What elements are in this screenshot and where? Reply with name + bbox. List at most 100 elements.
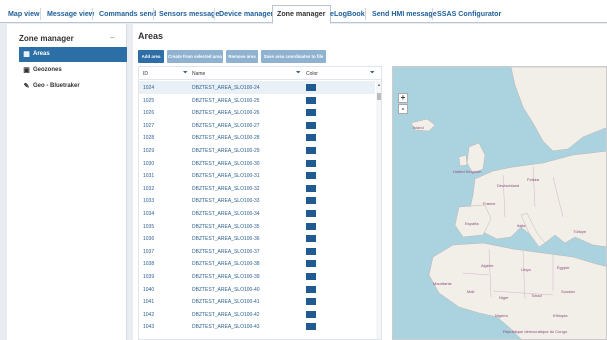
cell-name: DBZTEST_AREA_SLO100-27 (192, 122, 260, 129)
map-view[interactable]: + - Ísland United Kingdom Deutschland Po… (392, 66, 607, 340)
cell-id: 1034 (143, 211, 155, 217)
cell-id: 1040 (143, 286, 155, 293)
table-row[interactable]: 1042 DBZTEST_AREA_SLO100-42 (139, 308, 375, 321)
color-swatch[interactable] (306, 298, 316, 306)
color-swatch[interactable] (306, 285, 316, 293)
tab-send-hmi-message[interactable]: Send HMI message (368, 6, 441, 23)
column-header-id[interactable]: ID (143, 71, 148, 77)
tab-device-manager[interactable]: Device manager (215, 6, 277, 23)
sidebar-title: Zone manager (19, 34, 74, 43)
color-swatch[interactable] (306, 84, 316, 91)
map-label: Ethiopia (553, 313, 568, 318)
scroll-up-arrow-icon[interactable]: ▲ (377, 82, 381, 87)
tab-map-view[interactable]: Map view (4, 6, 44, 23)
sidebar-item-geozones[interactable]: ▣ Geozones (19, 63, 127, 78)
color-swatch[interactable] (306, 184, 316, 192)
table-row[interactable]: 1030 DBZTEST_AREA_SLO100-30 (139, 157, 375, 170)
color-swatch[interactable] (306, 235, 316, 243)
color-swatch[interactable] (306, 134, 316, 142)
tab-zone-manager[interactable]: Zone manager (272, 5, 331, 24)
table-row[interactable]: 1025 DBZTEST_AREA_SLO100-25 (139, 94, 375, 107)
color-swatch[interactable] (306, 96, 316, 104)
table-row[interactable]: 1035 DBZTEST_AREA_SLO100-35 (139, 220, 375, 233)
sidebar-item-areas[interactable]: ▦ Areas (19, 47, 127, 62)
remove-area-button[interactable]: Remove area (226, 50, 258, 63)
color-swatch[interactable] (306, 210, 316, 217)
map-label: Niger (499, 295, 509, 300)
cell-id: 1035 (143, 223, 155, 230)
cell-name: DBZTEST_AREA_SLO100-25 (192, 97, 260, 104)
map-label: Mali (467, 289, 475, 294)
column-header-name[interactable]: Name (192, 71, 205, 77)
color-swatch[interactable] (306, 222, 316, 230)
color-swatch[interactable] (306, 109, 316, 117)
cell-name: DBZTEST_AREA_SLO100-30 (192, 160, 260, 167)
table-row[interactable]: 1040 DBZTEST_AREA_SLO100-40 (139, 283, 375, 296)
table-row[interactable]: 1041 DBZTEST_AREA_SLO100-41 (139, 295, 375, 308)
cell-name: DBZTEST_AREA_SLO100-42 (192, 311, 260, 318)
cell-name: DBZTEST_AREA_SLO100-40 (192, 286, 260, 293)
create-from-selected-area-button[interactable]: Create from selected area (167, 50, 223, 63)
table-row[interactable]: 1029 DBZTEST_AREA_SLO100-29 (139, 144, 375, 157)
color-swatch[interactable] (306, 172, 316, 180)
column-header-color[interactable]: Color (306, 71, 318, 77)
table-row[interactable]: 1036 DBZTEST_AREA_SLO100-36 (139, 232, 375, 245)
tab-divider (40, 8, 41, 20)
table-row[interactable]: 1034 DBZTEST_AREA_SLO100-34 (139, 207, 375, 220)
cell-id: 1026 (143, 110, 155, 117)
table-row[interactable]: 1026 DBZTEST_AREA_SLO100-26 (139, 106, 375, 119)
table-row[interactable]: 1028 DBZTEST_AREA_SLO100-28 (139, 131, 375, 144)
cell-name: DBZTEST_AREA_SLO100-32 (192, 185, 260, 192)
sidebar-item-geo-bluetraker[interactable]: ✎ Geo - Bluetraker (19, 79, 127, 94)
collapse-icon[interactable]: – (110, 33, 114, 42)
table-row[interactable]: 1038 DBZTEST_AREA_SLO100-38 (139, 257, 375, 270)
map-label: Mauritanie (433, 281, 452, 286)
color-swatch[interactable] (306, 260, 316, 268)
color-swatch[interactable] (306, 197, 316, 205)
cell-id: 1028 (143, 135, 155, 142)
color-swatch[interactable] (306, 147, 316, 154)
zoom-out-button[interactable]: - (398, 104, 408, 114)
table-row[interactable]: 1033 DBZTEST_AREA_SLO100-33 (139, 194, 375, 207)
color-swatch[interactable] (306, 247, 316, 255)
tab-ssas-configurator[interactable]: SSAS Configurator (433, 6, 505, 23)
color-swatch[interactable] (306, 273, 316, 280)
table-row[interactable]: 1027 DBZTEST_AREA_SLO100-27 (139, 119, 375, 132)
cell-id: 1036 (143, 236, 155, 243)
cell-id: 1033 (143, 198, 155, 205)
table-row[interactable]: 1043 DBZTEST_AREA_SLO100-43 (139, 320, 375, 333)
cell-name: DBZTEST_AREA_SLO100-38 (192, 261, 260, 268)
cell-name: DBZTEST_AREA_SLO100-26 (192, 110, 260, 117)
tab-divider (153, 8, 154, 20)
zoom-in-button[interactable]: + (398, 93, 408, 103)
zone-manager-sidebar: Zone manager – ▦ Areas ▣ Geozones ✎ Geo … (7, 24, 127, 340)
tab-message-view[interactable]: Message view (43, 6, 98, 23)
color-swatch[interactable] (306, 159, 316, 167)
color-swatch[interactable] (306, 323, 316, 331)
color-swatch[interactable] (306, 121, 316, 129)
map-label: Égypte (557, 265, 570, 270)
cell-id: 1030 (143, 160, 155, 167)
cell-name: DBZTEST_AREA_SLO100-36 (192, 236, 260, 243)
areas-panel: Areas Add area Create from selected area… (133, 24, 607, 340)
sidebar-item-label: Geo - Bluetraker (33, 83, 80, 89)
filter-icon[interactable]: ⏷ (296, 70, 301, 77)
add-area-button[interactable]: Add area (138, 50, 164, 63)
table-row[interactable]: 1037 DBZTEST_AREA_SLO100-37 (139, 245, 375, 258)
filter-icon[interactable]: ⏷ (370, 70, 375, 77)
tab-commands-send[interactable]: Commands send (95, 6, 160, 23)
cell-name: DBZTEST_AREA_SLO100-41 (192, 299, 260, 306)
map-label: Algérie (481, 263, 494, 268)
table-row[interactable]: 1032 DBZTEST_AREA_SLO100-32 (139, 182, 375, 195)
table-row[interactable]: 1024 DBZTEST_AREA_SLO100-24 (139, 81, 375, 94)
table-row[interactable]: 1031 DBZTEST_AREA_SLO100-31 (139, 169, 375, 182)
save-area-coordinates-button[interactable]: Save area coordinates to file (261, 50, 326, 63)
color-swatch[interactable] (306, 310, 316, 318)
top-tab-bar: Map view Message view Commands send Sens… (0, 0, 607, 24)
filter-icon[interactable]: ⏷ (183, 70, 188, 77)
table-scrollbar[interactable]: ▲ (376, 81, 381, 339)
scrollbar-thumb[interactable] (377, 93, 381, 100)
tab-elogbook[interactable]: eLogBook (326, 6, 369, 23)
table-row[interactable]: 1039 DBZTEST_AREA_SLO100-39 (139, 270, 375, 283)
cell-name: DBZTEST_AREA_SLO100-29 (192, 148, 260, 154)
